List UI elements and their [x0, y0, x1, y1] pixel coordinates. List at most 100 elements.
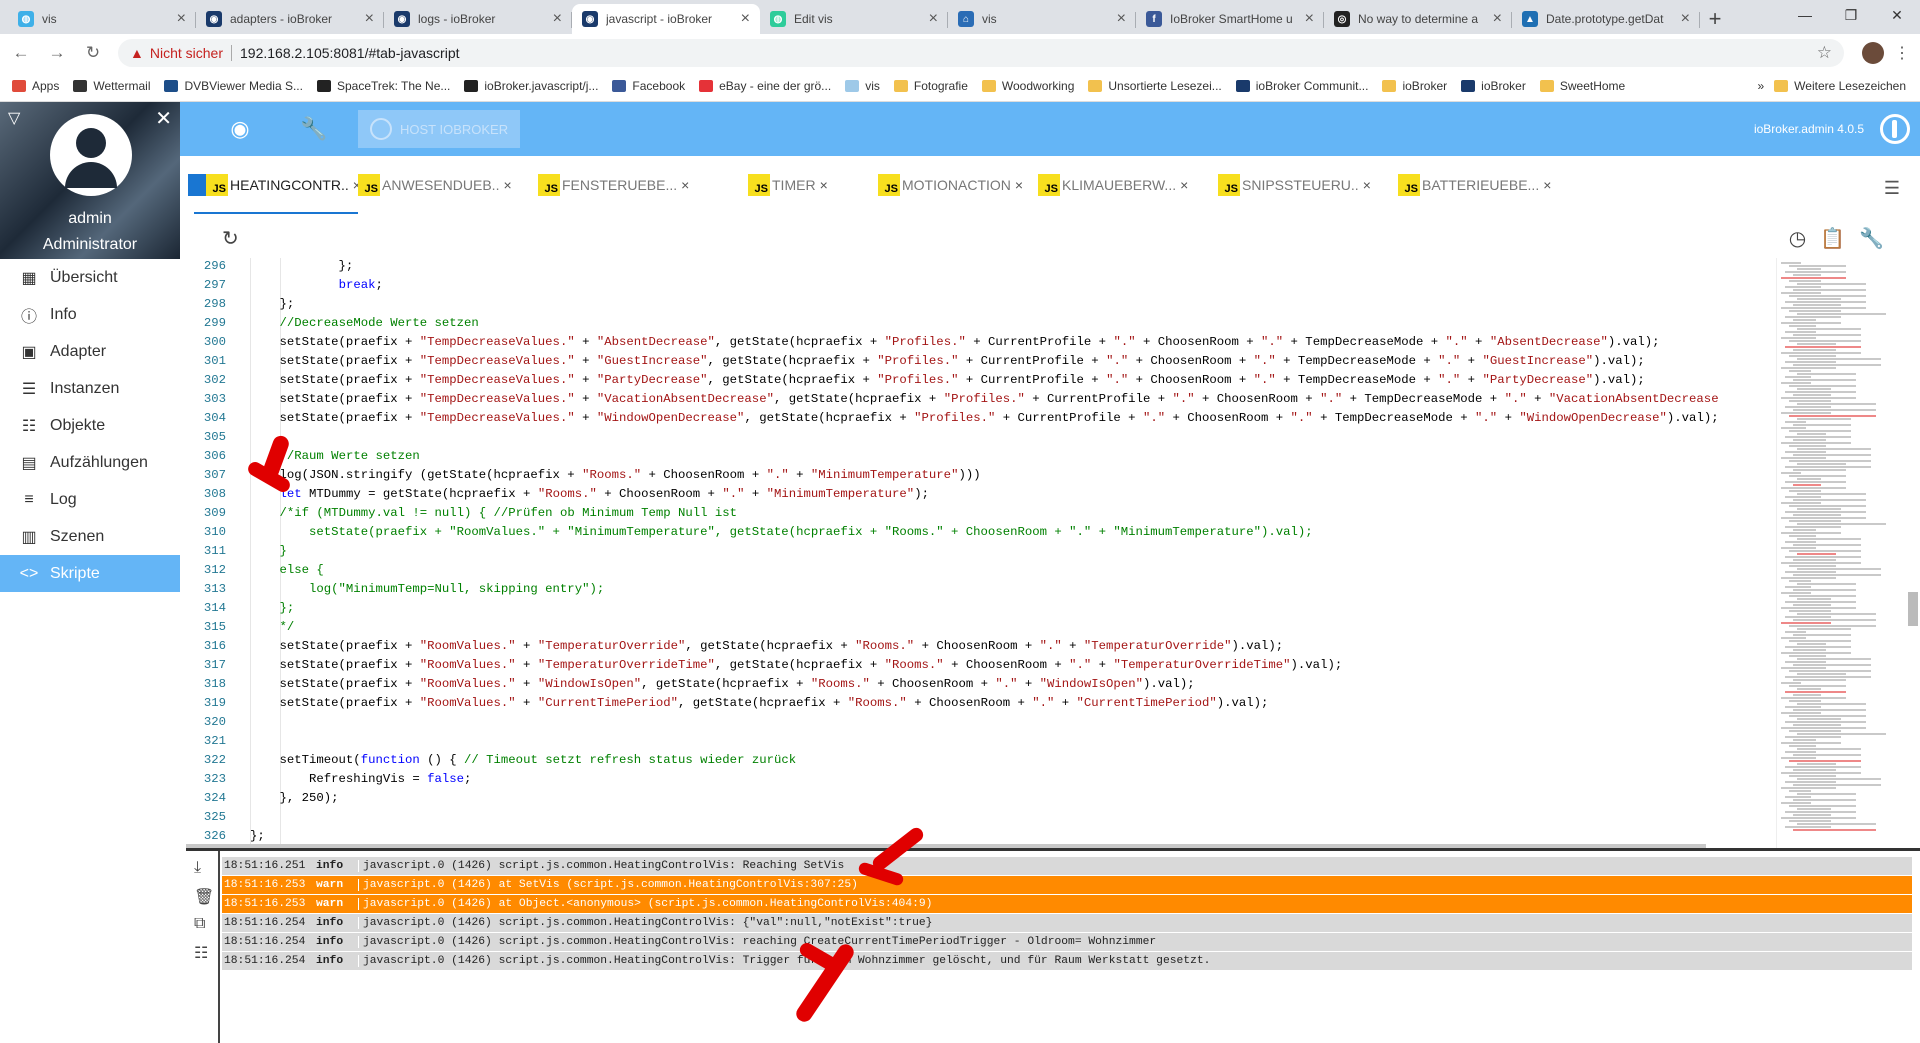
sidebar-item-objekte[interactable]: ☷ Objekte [0, 407, 180, 444]
tab-title: Date.prototype.getDat [1546, 12, 1664, 26]
line-number: 319 [203, 696, 226, 710]
bookmark-item[interactable]: SpaceTrek: The Ne... [316, 79, 450, 93]
profile-avatar[interactable] [1862, 41, 1884, 64]
host-button[interactable]: HOST IOBROKER [358, 110, 521, 148]
close-tab-icon[interactable]: × [820, 177, 828, 193]
browser-menu-icon[interactable]: ⋮ [1894, 43, 1910, 63]
bookmark-item[interactable]: ioBroker Communit... [1235, 79, 1368, 93]
bookmark-item[interactable]: Woodworking [981, 79, 1074, 93]
tab-close-icon[interactable]: × [1305, 10, 1314, 28]
bookmark-item[interactable]: Fotografie [893, 79, 968, 93]
js-icon: JS [878, 174, 900, 196]
copy-icon[interactable]: ⧉ [194, 915, 205, 933]
tab-close-icon[interactable]: × [553, 10, 562, 28]
tab-close-icon[interactable]: × [365, 10, 374, 28]
close-tab-icon[interactable]: × [503, 177, 511, 193]
close-window-icon[interactable]: ✕ [1874, 0, 1920, 30]
sidebar-item-log[interactable]: ≡ Log [0, 481, 180, 518]
back-icon[interactable]: ← [6, 43, 36, 63]
browser-tab[interactable]: ◎ No way to determine a × [1324, 4, 1512, 34]
browser-tab[interactable]: ◉ adapters - ioBroker × [196, 4, 384, 34]
browser-tab[interactable]: ▲ Date.prototype.getDat × [1512, 4, 1700, 34]
line-number: 317 [203, 658, 226, 672]
menu-triangle-icon[interactable]: ▽ [8, 108, 20, 128]
script-tab[interactable]: JS MOTIONACTION × [878, 156, 1038, 214]
log-row: 18:51:16.254 info javascript.0 (1426) scri… [222, 914, 1912, 933]
script-tab[interactable]: JS KLIMAUEBERW... × [1038, 156, 1218, 214]
script-tab[interactable]: JS TIMER × [748, 156, 878, 214]
refresh-icon[interactable]: ↻ [222, 226, 239, 251]
sidebar-item-instanzen[interactable]: ☰ Instanzen [0, 370, 180, 407]
bookmark-item[interactable]: ioBroker.javascript/j... [464, 79, 598, 93]
bookmark-item[interactable]: Unsortierte Lesezei... [1088, 79, 1222, 93]
close-tab-icon[interactable]: × [1180, 177, 1188, 193]
browser-tab[interactable]: ◍ Edit vis × [760, 4, 948, 34]
close-sidebar-icon[interactable]: ✕ [155, 106, 172, 131]
nav-icon: ▦ [21, 269, 37, 287]
sidebar-item-adapter[interactable]: ▣ Adapter [0, 333, 180, 370]
sidebar-item-szenen[interactable]: ▥ Szenen [0, 518, 180, 555]
scroll-down-icon[interactable]: ⤓ [194, 859, 201, 877]
list-icon[interactable]: ☷ [194, 943, 208, 963]
code-minimap[interactable] [1776, 258, 1912, 848]
bookmark-item[interactable]: Wettermail [73, 79, 150, 93]
browser-tab[interactable]: ◍ vis × [8, 4, 196, 34]
tab-close-icon[interactable]: × [929, 10, 938, 28]
close-tab-icon[interactable]: × [681, 177, 689, 193]
script-tab[interactable]: JS ANWESENDUEB.. × [358, 156, 538, 214]
sidebar-item-info[interactable]: ⓘ Info [0, 296, 180, 333]
code-line: /*if (MTDummy.val != null) { //Prüfen ob… [279, 506, 738, 520]
tab-close-icon[interactable]: × [1493, 10, 1502, 28]
tab-close-icon[interactable]: × [1681, 10, 1690, 28]
script-tab[interactable]: JS BATTERIEUEBE... × [1398, 156, 1578, 214]
reload-icon[interactable]: ↻ [78, 43, 108, 63]
code-line: }; [250, 259, 354, 273]
settings-wrench-icon[interactable]: 🔧 [1859, 226, 1884, 251]
restore-icon[interactable]: ❐ [1828, 0, 1874, 30]
omnibox[interactable]: ▲ Nicht sicher 192.168.2.105:8081/#tab-j… [118, 38, 1844, 67]
script-tab[interactable]: JS HEATINGCONTR.. × [188, 156, 361, 214]
script-tab-label: FENSTERUEBE... [562, 177, 678, 193]
script-tab[interactable]: JS FENSTERUEBE... × [538, 156, 748, 214]
tab-close-icon[interactable]: × [741, 10, 750, 28]
bookmark-item[interactable]: eBay - eine der grö... [699, 79, 831, 93]
close-tab-icon[interactable]: × [1543, 177, 1551, 193]
tab-favicon-icon: ◉ [206, 11, 222, 27]
eye-icon[interactable]: ◉ [226, 116, 254, 142]
code-editor[interactable]: 296 }; 297 break; 298 }; 299 //DecreaseMode… [186, 258, 1776, 848]
sidebar-item-skripte[interactable]: <> Skripte [0, 555, 180, 592]
bookmark-item[interactable]: Facebook [612, 79, 685, 93]
close-tab-icon[interactable]: × [1015, 177, 1023, 193]
other-bookmarks[interactable]: Weitere Lesezeichen [1774, 79, 1906, 93]
forward-icon[interactable]: → [42, 43, 72, 63]
browser-tab[interactable]: f IoBroker SmartHome u × [1136, 4, 1324, 34]
clock-icon[interactable]: ◷ [1789, 226, 1806, 251]
url-text[interactable]: 192.168.2.105:8081/#tab-javascript [240, 45, 460, 61]
browser-tab[interactable]: ◉ logs - ioBroker × [384, 4, 572, 34]
line-number: 297 [203, 278, 226, 292]
bookmark-icon [12, 80, 26, 92]
tabs-menu-icon[interactable]: ☰ [1884, 178, 1900, 199]
sidebar-item-aufzählungen[interactable]: ▤ Aufzählungen [0, 444, 180, 481]
script-tab[interactable]: JS SNIPSSTEUERU.. × [1218, 156, 1398, 214]
bookmarks-overflow[interactable]: » [1757, 79, 1764, 93]
new-tab-icon[interactable]: + [1700, 4, 1730, 34]
bookmark-item[interactable]: ioBroker [1461, 79, 1526, 93]
tab-close-icon[interactable]: × [177, 10, 186, 28]
browser-tab[interactable]: ⌂ vis × [948, 4, 1136, 34]
close-tab-icon[interactable]: × [1363, 177, 1371, 193]
bookmark-item[interactable]: DVBViewer Media S... [164, 79, 303, 93]
bookmark-item[interactable]: Apps [12, 79, 59, 93]
wrench-icon[interactable]: 🔧 [300, 116, 328, 142]
tab-close-icon[interactable]: × [1117, 10, 1126, 28]
editor-scrollbar-thumb[interactable] [1908, 592, 1918, 626]
clipboard-icon[interactable]: 📋 [1820, 226, 1845, 251]
bookmark-item[interactable]: ioBroker [1382, 79, 1447, 93]
bookmark-star-icon[interactable]: ☆ [1817, 43, 1832, 63]
delete-log-icon[interactable]: 🗑 [194, 887, 214, 907]
browser-tab[interactable]: ◉ javascript - ioBroker × [572, 4, 760, 34]
bookmark-item[interactable]: SweetHome [1539, 79, 1625, 93]
bookmark-item[interactable]: vis [845, 79, 880, 93]
sidebar-item-übersicht[interactable]: ▦ Übersicht [0, 259, 180, 296]
minimize-icon[interactable]: — [1782, 0, 1828, 30]
